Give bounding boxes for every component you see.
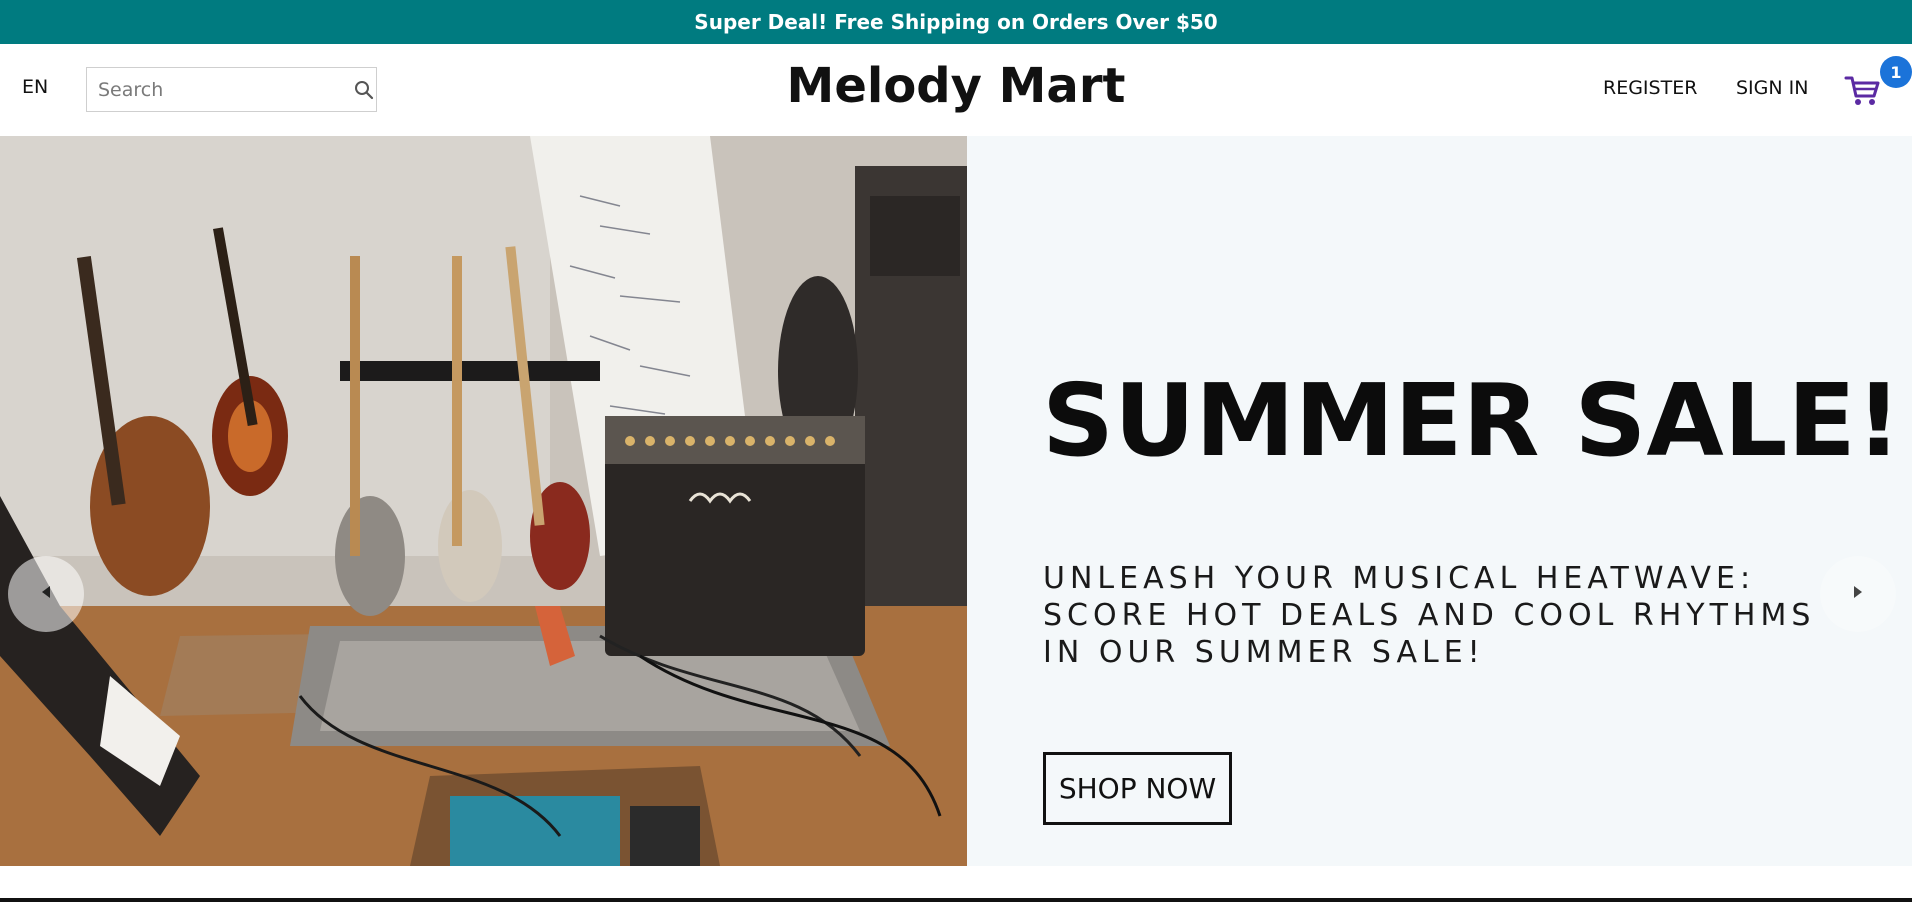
caret-right-icon [1852, 584, 1864, 604]
promo-banner: Super Deal! Free Shipping on Orders Over… [0, 0, 1912, 44]
slider-next-button[interactable] [1820, 556, 1896, 632]
cart-count-badge: 1 [1880, 56, 1912, 88]
search-input[interactable] [87, 68, 352, 111]
search-icon[interactable] [352, 68, 376, 111]
caret-left-icon [40, 584, 52, 604]
hero-image [0, 136, 967, 866]
promo-text: Super Deal! Free Shipping on Orders Over… [694, 10, 1218, 34]
page-divider [0, 898, 1912, 902]
register-link[interactable]: REGISTER [1603, 77, 1697, 99]
hero-slider: SUMMER SALE! UNLEASH YOUR MUSICAL HEATWA… [0, 136, 1912, 866]
hero-headline: SUMMER SALE! [1042, 362, 1902, 479]
slider-prev-button[interactable] [8, 556, 84, 632]
shop-now-button[interactable]: SHOP NOW [1043, 752, 1232, 825]
shopping-cart-icon[interactable] [1843, 70, 1883, 110]
sign-in-link[interactable]: SIGN IN [1736, 77, 1808, 99]
hero-subheading: UNLEASH YOUR MUSICAL HEATWAVE: SCORE HOT… [1043, 561, 1816, 670]
language-selector[interactable]: EN [22, 76, 48, 98]
site-header: EN Melody Mart REGISTER SIGN IN 1 [0, 44, 1912, 136]
search-box [86, 67, 377, 112]
